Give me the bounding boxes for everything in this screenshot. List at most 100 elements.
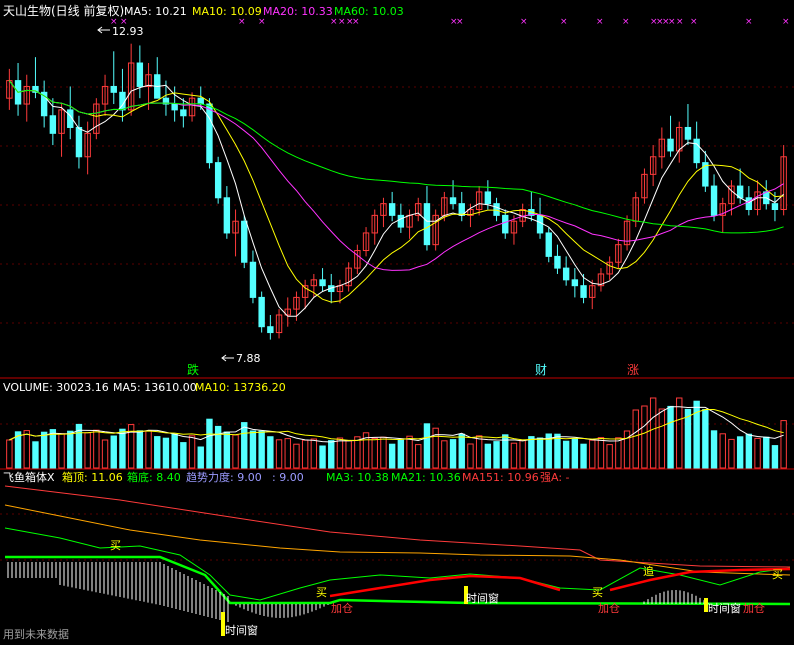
volume-bar bbox=[258, 430, 265, 469]
volume-bar bbox=[676, 397, 683, 469]
top-x-markers: × × × × × × ×× ×× × × × × ×××× × × × × bbox=[110, 17, 790, 27]
candle-body bbox=[484, 191, 492, 205]
box-top-label: 箱顶: 11.06 bbox=[62, 470, 123, 484]
ma10-label: MA10: 10.09 bbox=[192, 5, 262, 18]
candlestick-series bbox=[6, 43, 787, 340]
volume-bar bbox=[493, 441, 500, 469]
x-marker: × bbox=[676, 17, 684, 27]
volume-bar bbox=[284, 438, 291, 469]
volume-bar bbox=[171, 433, 178, 469]
ma3-label: MA3: 10.38 bbox=[326, 471, 389, 484]
volume-bar bbox=[728, 438, 735, 469]
volume-bar bbox=[528, 436, 535, 469]
volume-bar bbox=[710, 430, 718, 469]
candle-body bbox=[249, 261, 257, 298]
candle-body bbox=[397, 214, 405, 228]
volume-bar bbox=[110, 435, 117, 469]
x-marker: × bbox=[520, 17, 528, 27]
x-marker: × bbox=[782, 17, 790, 27]
volume-bar bbox=[580, 443, 587, 469]
volume-bar bbox=[267, 436, 274, 469]
volume-bar bbox=[658, 408, 666, 469]
candle-body bbox=[75, 126, 83, 158]
strong-label: 强A: - bbox=[540, 471, 570, 484]
box-top-line-1 bbox=[329, 574, 561, 598]
candle-body bbox=[536, 214, 544, 234]
x-marker: × bbox=[596, 17, 604, 27]
ma5-label: MA5: 10.21 bbox=[124, 5, 187, 18]
volume-bar bbox=[249, 430, 257, 469]
low-price-annotation: 7.88 bbox=[221, 352, 261, 365]
volume-bar bbox=[49, 429, 57, 469]
volume-bar bbox=[423, 423, 431, 469]
future-data-note: 用到未来数据 bbox=[3, 627, 69, 641]
volume-bar bbox=[345, 440, 352, 469]
candle-body bbox=[197, 97, 204, 105]
volume-bar bbox=[319, 445, 326, 469]
volume-bar bbox=[415, 444, 422, 469]
trend-label-2: : 9.00 bbox=[272, 471, 304, 484]
signal-buy-3: 买 bbox=[592, 586, 603, 599]
volume-bar bbox=[597, 437, 605, 469]
volume-bar bbox=[388, 443, 396, 469]
indicator-lines bbox=[4, 485, 791, 636]
volume-bar bbox=[188, 435, 196, 469]
volume-bar bbox=[406, 435, 413, 469]
signal-add-position-2: 加仓 bbox=[598, 601, 620, 615]
candle-body bbox=[258, 296, 265, 328]
ma60-label: MA60: 10.03 bbox=[334, 5, 404, 18]
ma5-line bbox=[8, 80, 784, 317]
volume-bar bbox=[214, 425, 222, 469]
ma151-line bbox=[4, 485, 791, 568]
ma151-label: MA151: 10.96 bbox=[462, 471, 539, 484]
volume-bar bbox=[197, 446, 204, 469]
volume-bar bbox=[754, 437, 761, 469]
x-marker: × bbox=[622, 17, 630, 27]
candle-body bbox=[667, 138, 674, 152]
volume-bar bbox=[310, 438, 318, 469]
x-marker: × bbox=[352, 17, 360, 27]
candle-body bbox=[136, 62, 144, 87]
volume-bar bbox=[467, 443, 474, 469]
volume-bar bbox=[301, 439, 309, 469]
x-marker: × bbox=[560, 17, 568, 27]
volume-bar bbox=[58, 433, 65, 469]
volume-bar bbox=[771, 445, 779, 469]
x-marker: × bbox=[258, 17, 266, 27]
signal-die: 跌 bbox=[187, 362, 199, 377]
candle-body bbox=[214, 162, 222, 199]
candle-body bbox=[267, 326, 274, 334]
x-marker: × bbox=[745, 17, 753, 27]
candle-body bbox=[241, 220, 248, 263]
volume-bar bbox=[397, 439, 405, 469]
volume-bar bbox=[206, 418, 213, 469]
high-price-label: 12.93 bbox=[112, 25, 144, 38]
ma21-label: MA21: 10.36 bbox=[391, 471, 461, 484]
candle-body bbox=[206, 103, 213, 164]
x-marker: × bbox=[330, 17, 338, 27]
ma10-line bbox=[8, 80, 784, 303]
volume-bar bbox=[136, 430, 144, 469]
candle-body bbox=[388, 203, 396, 216]
volume-ma5-label: MA5: 13610.00 bbox=[113, 381, 197, 394]
volume-bar bbox=[745, 433, 753, 469]
signal-time-window-2: 时间窗 bbox=[466, 591, 499, 605]
trend-label: 趋势力度: 9.00 bbox=[186, 470, 262, 484]
signal-buy-4: 买 bbox=[772, 568, 783, 581]
volume-bar bbox=[519, 440, 526, 469]
indicator-name: 飞鱼箱体X bbox=[3, 470, 55, 484]
volume-bar bbox=[667, 405, 674, 469]
candle-body bbox=[693, 138, 700, 164]
signal-cai: 财 bbox=[535, 363, 547, 377]
x-marker: × bbox=[668, 17, 676, 27]
candle-body bbox=[684, 126, 692, 140]
x-marker: × bbox=[238, 17, 246, 27]
candle-body bbox=[319, 279, 326, 287]
candle-body bbox=[771, 203, 779, 211]
volume-bar bbox=[275, 439, 283, 469]
stock-chart[interactable]: × × × × × × ×× ×× × × × × ×××× × × × × 天山生物(日线 前复权) MA5:… bbox=[0, 0, 794, 645]
candle-body bbox=[493, 203, 500, 216]
candle-body bbox=[580, 285, 587, 298]
volume-bar bbox=[649, 397, 657, 469]
volume-bar bbox=[780, 420, 787, 469]
